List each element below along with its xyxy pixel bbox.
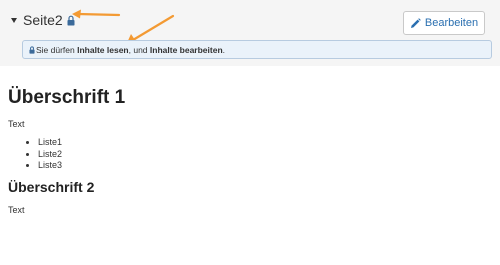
permission-info-box: Sie dürfen Inhalte lesen , und Inhalte b… [22, 40, 492, 59]
permission-edit: Inhalte bearbeiten [149, 44, 223, 55]
paragraph-1: Text [8, 119, 25, 129]
arrow-icon [72, 9, 121, 19]
page-title: Seite2 [23, 12, 63, 28]
lock-icon [29, 45, 35, 54]
edit-button[interactable]: Bearbeiten [403, 11, 485, 35]
bullet-list: Liste1 Liste2 Liste3 [8, 137, 488, 172]
page-title-row[interactable]: Seite2 [11, 10, 75, 30]
heading-1: Überschrift 1 [8, 87, 126, 108]
edit-button-label: Bearbeiten [424, 17, 479, 29]
permission-suffix: . [222, 44, 226, 55]
permission-prefix: Sie dürfen [36, 44, 78, 55]
paragraph-2: Text [8, 204, 25, 215]
heading-2: Überschrift 2 [8, 178, 95, 195]
caret-down-icon[interactable] [11, 18, 17, 23]
permission-read: Inhalte lesen [77, 44, 129, 55]
list-item: Liste3 [38, 160, 488, 172]
pencil-icon [410, 17, 421, 28]
permission-separator: , und [128, 44, 150, 55]
list-item: Liste1 [38, 137, 488, 149]
page-header-panel: Seite2 Bearbeiten Sie dürfen Inhalte les… [0, 0, 500, 66]
list-item: Liste2 [38, 149, 488, 161]
page-content: Überschrift 1 Text Liste1 Liste2 Liste3 … [8, 86, 488, 216]
